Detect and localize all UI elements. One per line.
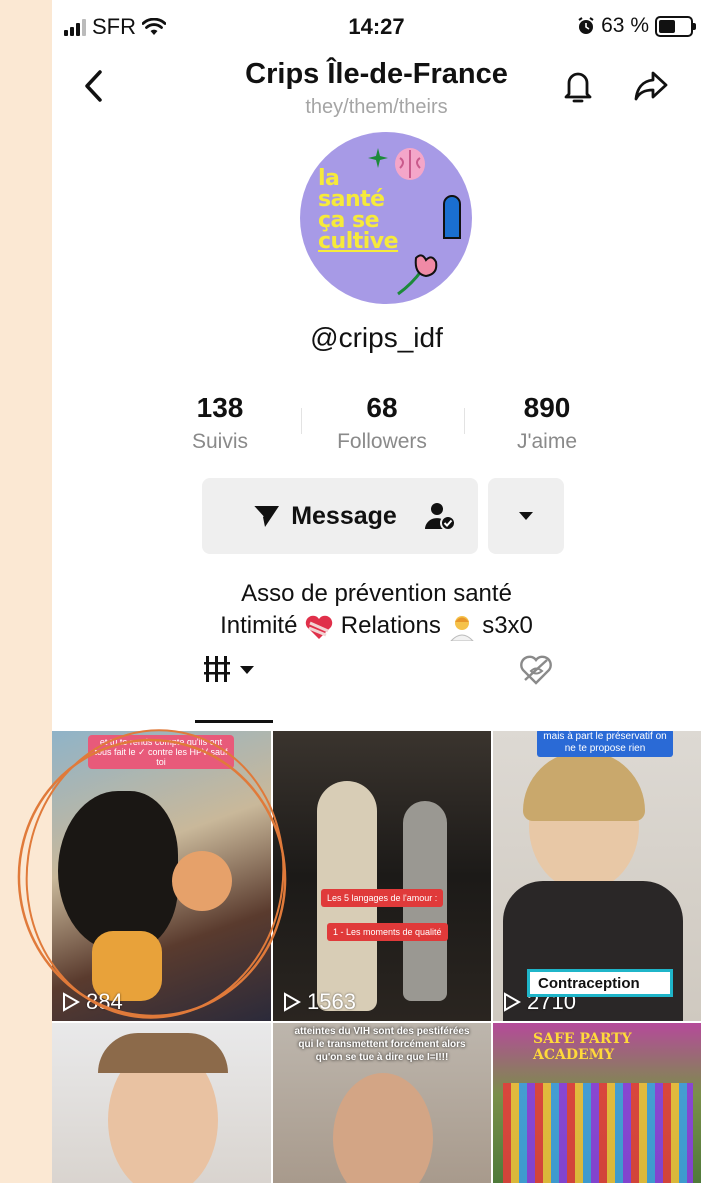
annotation-circle [17, 729, 287, 1019]
